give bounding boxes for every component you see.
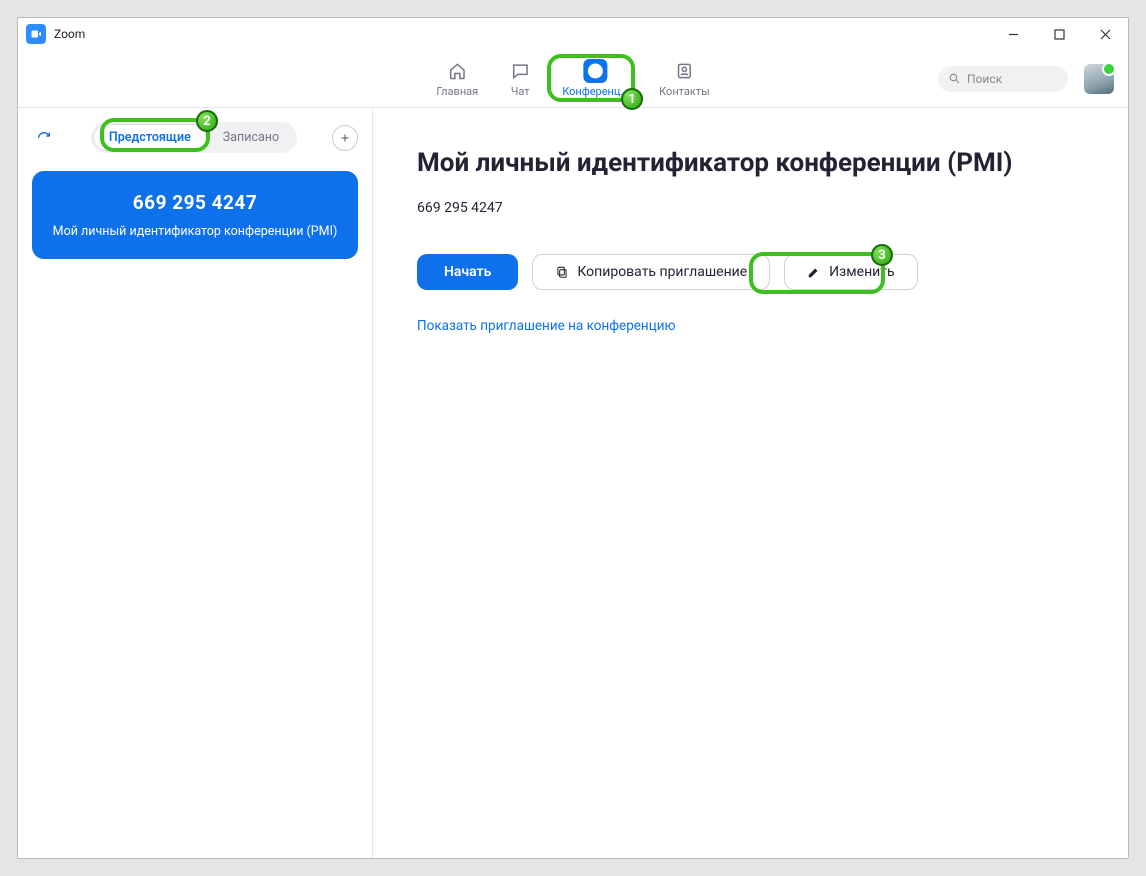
pmi-card-subtitle: Мой личный идентификатор конференции (PM… (48, 224, 342, 239)
edit-button[interactable]: Изменить (784, 254, 917, 290)
pencil-icon (807, 265, 821, 279)
maximize-button[interactable] (1036, 18, 1082, 50)
sidebar-header: Предстоящие Записано (32, 122, 358, 153)
tab-chat[interactable]: Чат (502, 57, 538, 100)
search-input[interactable]: Поиск (938, 66, 1068, 92)
app-window: Zoom Главная Чат Конференц... Контакты (17, 17, 1129, 859)
copy-invite-button[interactable]: Копировать приглашение (532, 254, 770, 290)
pmi-number: 669 295 4247 (48, 191, 342, 214)
contacts-icon (672, 59, 696, 83)
zoom-logo-icon (26, 24, 46, 44)
pmi-line: 669 295 4247 (417, 200, 1128, 216)
segment-recorded[interactable]: Записано (207, 124, 295, 151)
home-icon (445, 59, 469, 83)
refresh-icon (36, 130, 52, 146)
avatar[interactable] (1084, 64, 1114, 94)
pmi-card[interactable]: 669 295 4247 Мой личный идентификатор ко… (32, 171, 358, 259)
tab-home[interactable]: Главная (430, 57, 484, 100)
segment-upcoming[interactable]: Предстоящие (93, 124, 207, 151)
add-meeting-button[interactable] (332, 125, 358, 151)
plus-icon (339, 132, 351, 144)
copy-icon (555, 265, 569, 279)
topbar: Главная Чат Конференц... Контакты Поиск (18, 50, 1128, 108)
search-icon (948, 72, 961, 85)
show-invite-link[interactable]: Показать приглашение на конференцию (417, 318, 1128, 334)
clock-icon (584, 59, 608, 83)
titlebar: Zoom (18, 18, 1128, 50)
page-title: Мой личный идентификатор конференции (PM… (417, 148, 1128, 178)
sidebar: Предстоящие Записано 669 295 4247 Мой ли… (18, 108, 373, 858)
window-title: Zoom (54, 27, 85, 41)
chat-icon (508, 59, 532, 83)
tab-meetings[interactable]: Конференц... (556, 57, 635, 100)
refresh-button[interactable] (32, 126, 56, 150)
minimize-button[interactable] (990, 18, 1036, 50)
main-panel: Мой личный идентификатор конференции (PM… (373, 108, 1128, 858)
body: Предстоящие Записано 669 295 4247 Мой ли… (18, 108, 1128, 858)
action-row: Начать Копировать приглашение Изменить (417, 254, 1128, 290)
nav-tabs: Главная Чат Конференц... Контакты (430, 57, 715, 100)
segment-control: Предстоящие Записано (91, 122, 297, 153)
close-button[interactable] (1082, 18, 1128, 50)
start-button[interactable]: Начать (417, 254, 518, 290)
window-controls (990, 18, 1128, 50)
tab-contacts[interactable]: Контакты (653, 57, 716, 100)
